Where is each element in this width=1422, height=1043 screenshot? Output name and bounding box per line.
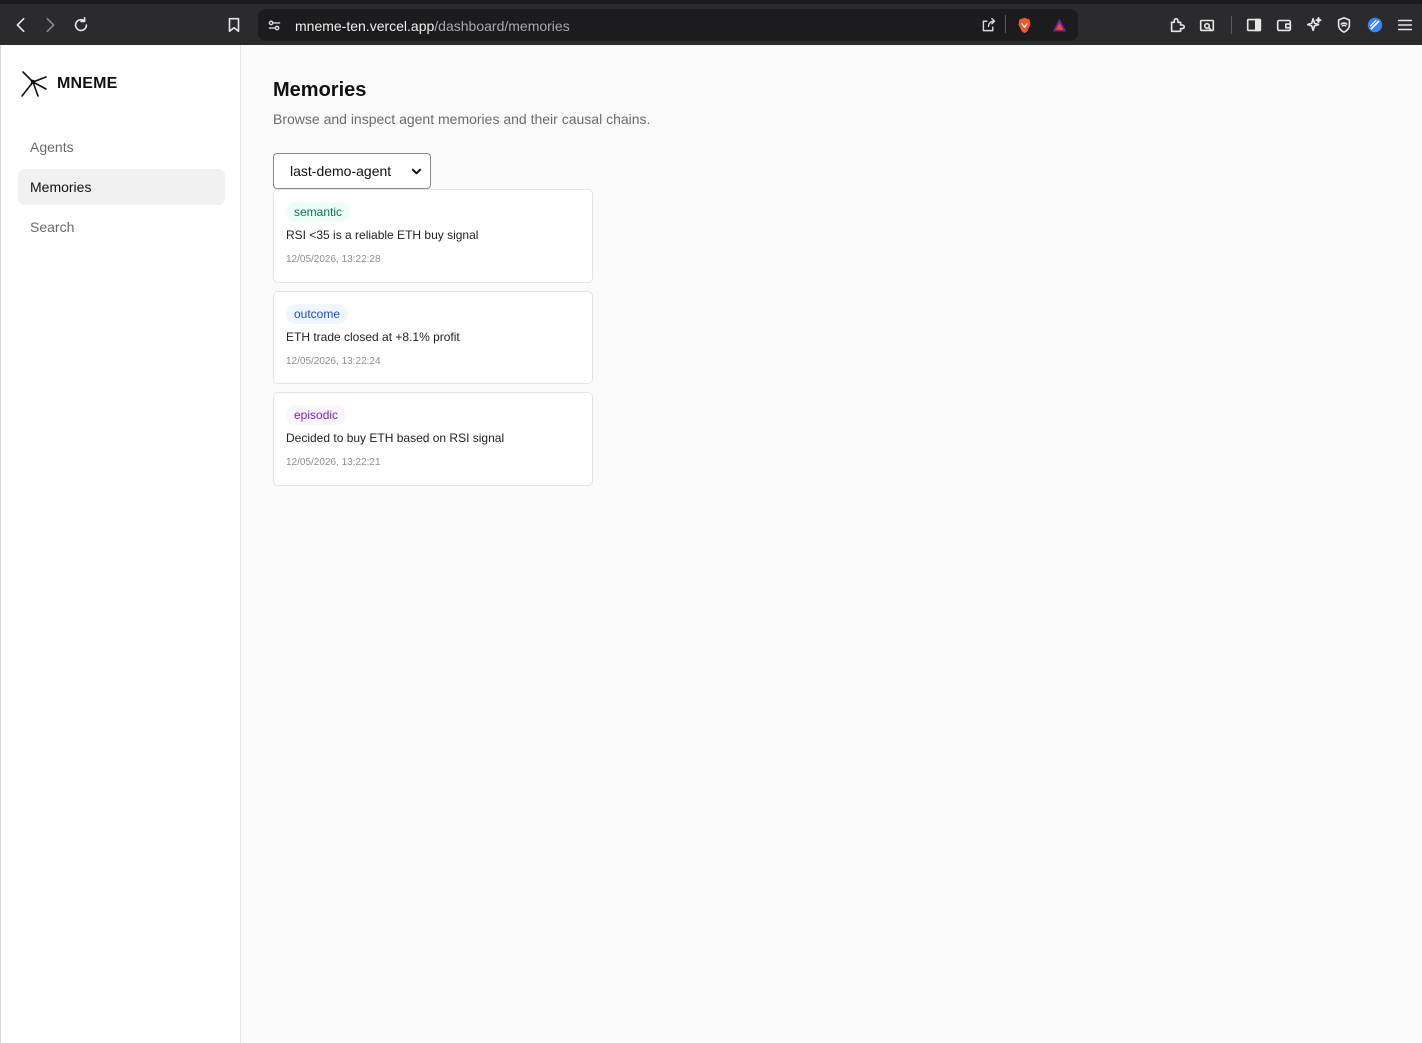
sidebar-item-label: Agents <box>30 139 74 155</box>
leo-ai-icon[interactable] <box>1301 12 1327 38</box>
sidebar-item-memories[interactable]: Memories <box>18 169 225 205</box>
memory-timestamp: 12/05/2026, 13:22:24 <box>286 356 381 367</box>
memory-type-badge: outcome <box>286 304 349 324</box>
site-settings-icon[interactable] <box>262 13 286 37</box>
brand[interactable]: MNEME <box>19 69 118 99</box>
bookmark-icon[interactable] <box>221 12 247 38</box>
sidebar-item-label: Search <box>30 219 75 235</box>
memory-timestamp: 12/05/2026, 13:22:28 <box>286 254 381 265</box>
memory-content: Decided to buy ETH based on RSI signal <box>286 431 505 445</box>
sidebar-toggle-icon[interactable] <box>1241 12 1267 38</box>
url-text[interactable]: mneme-ten.vercel.app/dashboard/memories <box>295 18 570 34</box>
extensions-icon[interactable] <box>1164 12 1190 38</box>
forward-icon[interactable] <box>37 12 63 38</box>
reload-icon[interactable] <box>68 12 94 38</box>
memory-timestamp: 12/05/2026, 13:22:21 <box>286 457 381 468</box>
sidebar: MNEME Agents Memories Search <box>0 45 241 1043</box>
brave-shields-icon[interactable] <box>1012 13 1036 37</box>
browser-toolbar: mneme-ten.vercel.app/dashboard/memories <box>0 0 1422 45</box>
agent-select[interactable]: last-demo-agent <box>273 153 431 189</box>
brand-name: MNEME <box>57 75 118 92</box>
memory-content: ETH trade closed at +8.1% profit <box>286 330 460 344</box>
memory-card[interactable]: semantic RSI <35 is a reliable ETH buy s… <box>273 189 593 283</box>
sidebar-item-label: Memories <box>30 179 92 195</box>
back-icon[interactable] <box>8 12 34 38</box>
memory-type-badge: episodic <box>286 405 347 425</box>
memory-type-badge: semantic <box>286 202 351 222</box>
reading-list-icon[interactable] <box>1194 12 1220 38</box>
menu-icon[interactable] <box>1392 12 1418 38</box>
sidebar-item-search[interactable]: Search <box>18 209 225 245</box>
share-icon[interactable] <box>976 13 1000 37</box>
vpn-shield-icon[interactable] <box>1331 12 1357 38</box>
profile-icon[interactable] <box>1362 12 1388 38</box>
page-title: Memories <box>273 79 367 101</box>
brave-rewards-icon[interactable] <box>1047 13 1071 37</box>
memory-card[interactable]: episodic Decided to buy ETH based on RSI… <box>273 392 593 486</box>
chevron-down-icon <box>411 168 422 174</box>
mneme-logo-icon <box>21 71 47 97</box>
url-host: mneme-ten.vercel.app <box>295 18 435 34</box>
divider <box>1231 16 1232 34</box>
main-content: Memories Browse and inspect agent memori… <box>241 45 1422 1043</box>
page-subtitle: Browse and inspect agent memories and th… <box>273 111 651 127</box>
memory-card[interactable]: outcome ETH trade closed at +8.1% profit… <box>273 291 593 384</box>
agent-select-value: last-demo-agent <box>290 163 392 179</box>
wallet-icon[interactable] <box>1271 12 1297 38</box>
memory-content: RSI <35 is a reliable ETH buy signal <box>286 228 479 242</box>
url-path: /dashboard/memories <box>434 18 570 34</box>
address-bar[interactable]: mneme-ten.vercel.app/dashboard/memories <box>258 9 1078 41</box>
divider <box>1005 15 1006 33</box>
sidebar-item-agents[interactable]: Agents <box>18 129 225 165</box>
